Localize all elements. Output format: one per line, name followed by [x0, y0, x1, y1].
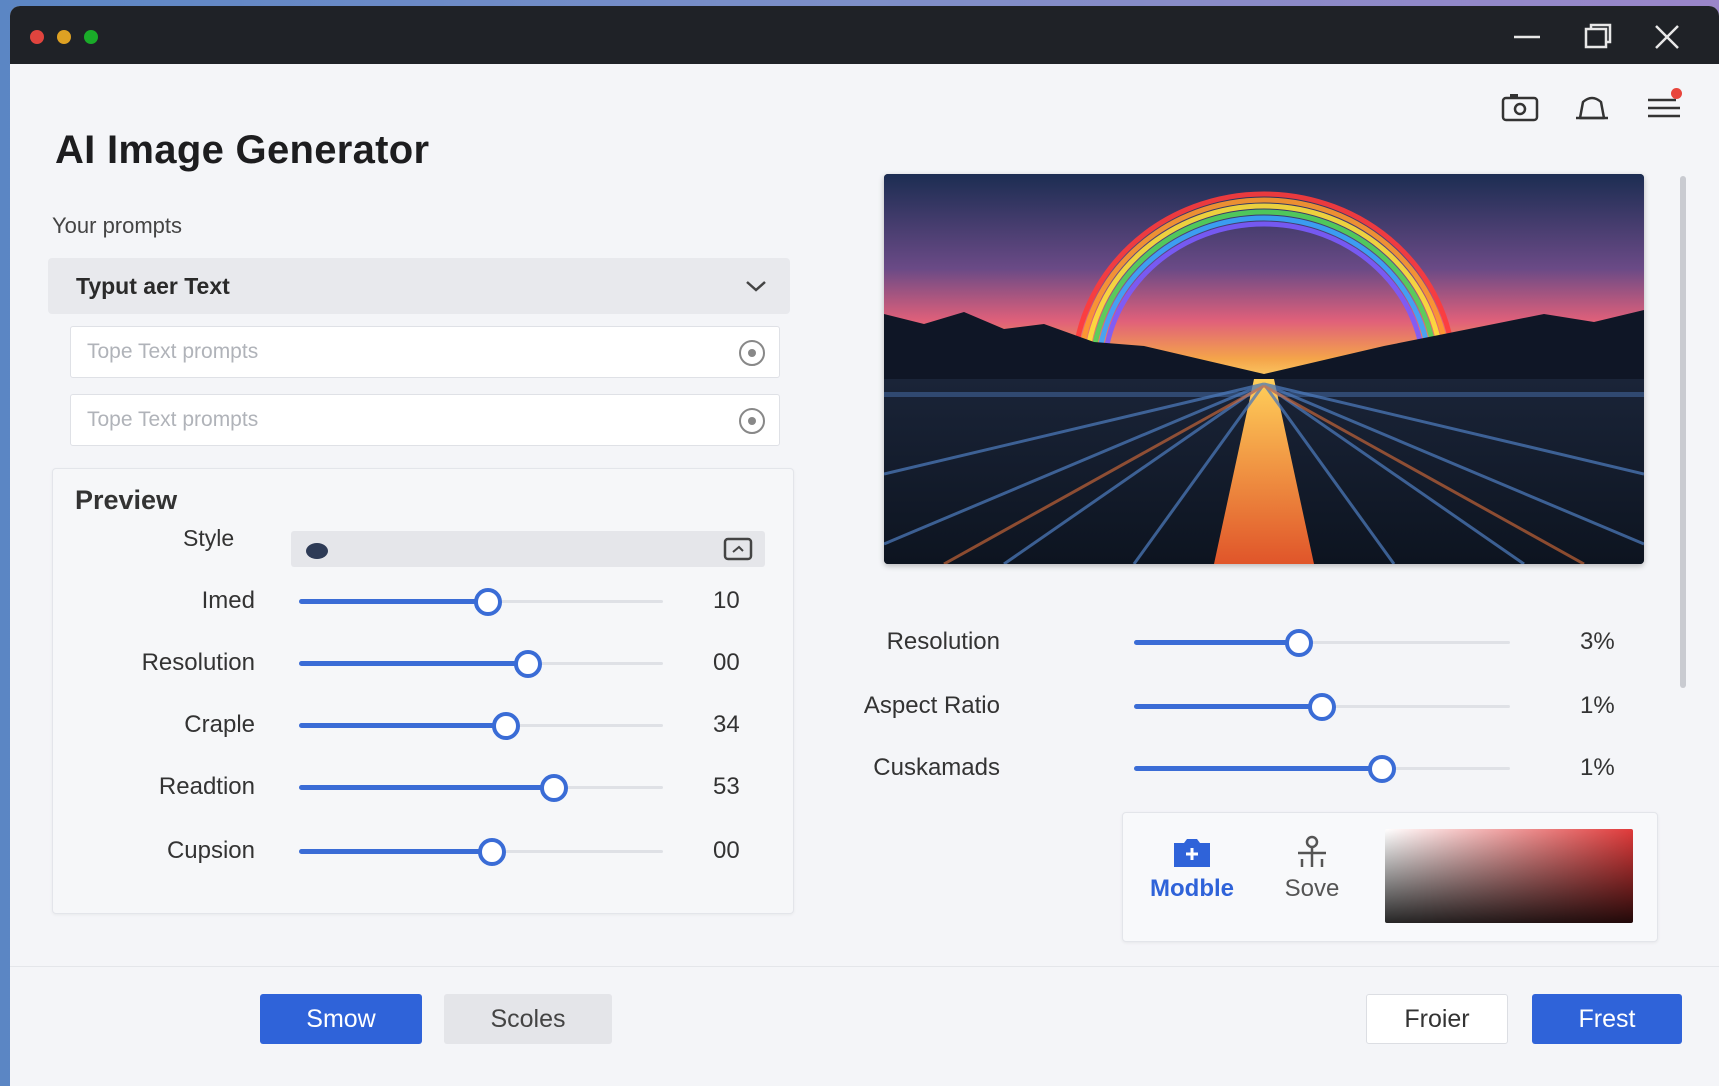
slider-track[interactable]	[299, 712, 663, 740]
slider-track[interactable]	[299, 650, 663, 678]
slider-label: Cupsion	[166, 837, 255, 864]
app-window: AI Image Generator Your prompts Typut ae…	[10, 6, 1719, 1086]
slider-track[interactable]	[299, 774, 663, 802]
scoles-button[interactable]: Scoles	[444, 994, 612, 1044]
slider-label: Resolution	[141, 649, 255, 676]
menu-icon[interactable]	[1644, 88, 1684, 128]
tool-panel: Modble Sove	[1122, 812, 1658, 942]
style-label: Style	[183, 525, 235, 551]
minimize-dot[interactable]	[57, 30, 71, 44]
slider-label: Imed	[201, 587, 255, 614]
slider-knob[interactable]	[474, 588, 503, 616]
slider-row: Craple 34	[53, 705, 795, 745]
title-bar	[10, 6, 1719, 64]
froier-button[interactable]: Froier	[1366, 994, 1508, 1044]
close-icon[interactable]	[1650, 20, 1684, 54]
slider-knob[interactable]	[514, 650, 543, 678]
slider-value: 34	[713, 711, 740, 738]
slider-track[interactable]	[299, 588, 663, 616]
footer-divider	[10, 966, 1719, 967]
prompt-input-row	[70, 326, 780, 378]
camera-add-icon	[1174, 839, 1210, 867]
generated-image	[884, 174, 1644, 564]
dropdown-value: Typut aer Text	[76, 272, 230, 299]
slider-value: 1%	[1580, 754, 1615, 781]
slider-knob[interactable]	[492, 712, 521, 740]
page-title: AI Image Generator	[55, 128, 430, 172]
minimize-icon[interactable]	[1510, 20, 1544, 54]
slider-row: Aspect Ratio 1%	[864, 686, 1630, 726]
add-circle-icon[interactable]	[737, 338, 767, 368]
slider-label: Craple	[184, 711, 255, 738]
notification-badge	[1671, 88, 1682, 99]
prompt-type-dropdown[interactable]: Typut aer Text	[48, 258, 790, 314]
slider-row: Resolution 00	[53, 643, 795, 683]
scrollbar[interactable]	[1680, 176, 1686, 688]
prompt-input-1[interactable]	[71, 327, 671, 377]
slider-value: 00	[713, 649, 740, 676]
style-selector[interactable]	[291, 531, 765, 567]
preview-title: Preview	[75, 485, 178, 515]
slider-track[interactable]	[1134, 693, 1510, 721]
slider-label: Aspect Ratio	[863, 692, 1000, 719]
camera-icon[interactable]	[1500, 88, 1540, 128]
maximize-icon[interactable]	[1580, 20, 1614, 54]
style-handle-icon[interactable]	[303, 537, 331, 561]
slider-knob[interactable]	[1285, 629, 1314, 657]
slider-row: Imed 10	[53, 581, 795, 621]
slider-value: 1%	[1580, 692, 1615, 719]
slider-track[interactable]	[1134, 755, 1510, 783]
rainbow-landscape-image	[884, 174, 1644, 564]
smow-button[interactable]: Smow	[260, 994, 422, 1044]
slider-row: Cuskamads 1%	[873, 748, 1630, 788]
slider-knob[interactable]	[1308, 693, 1336, 721]
modble-button[interactable]: Modble	[1137, 833, 1247, 923]
sove-button[interactable]: Sove	[1257, 833, 1367, 923]
slider-label: Readtion	[158, 773, 255, 800]
slider-row: Resolution 3%	[886, 622, 1630, 662]
slider-value: 00	[713, 837, 740, 864]
slider-row: Cupsion 00	[53, 831, 795, 871]
add-circle-icon[interactable]	[737, 406, 767, 436]
image-frame-icon[interactable]	[723, 536, 753, 562]
close-dot[interactable]	[30, 30, 44, 44]
preview-panel: Preview Style Imed 10 Resolution 00 Crap…	[52, 468, 794, 914]
slider-value: 10	[713, 587, 740, 614]
slider-track[interactable]	[1134, 629, 1510, 657]
chevron-down-icon	[742, 272, 770, 300]
slider-label: Resolution	[886, 628, 1000, 655]
color-picker-gradient[interactable]	[1385, 829, 1633, 923]
prompt-input-2[interactable]	[71, 395, 671, 445]
slider-knob[interactable]	[539, 774, 568, 802]
prompt-input-row	[70, 394, 780, 446]
slider-track[interactable]	[299, 838, 663, 866]
frest-button[interactable]: Frest	[1532, 994, 1682, 1044]
zoom-dot[interactable]	[84, 30, 98, 44]
slider-label: Cuskamads	[873, 754, 1000, 781]
bell-icon[interactable]	[1572, 88, 1612, 128]
modble-label: Modble	[1150, 875, 1234, 902]
slider-row: Readtion 53	[53, 767, 795, 807]
prompts-label: Your prompts	[52, 213, 183, 238]
slider-knob[interactable]	[477, 838, 506, 866]
network-icon	[1298, 835, 1326, 867]
slider-value: 3%	[1580, 628, 1615, 655]
sove-label: Sove	[1284, 875, 1340, 902]
slider-knob[interactable]	[1368, 755, 1397, 783]
slider-value: 53	[713, 773, 740, 800]
